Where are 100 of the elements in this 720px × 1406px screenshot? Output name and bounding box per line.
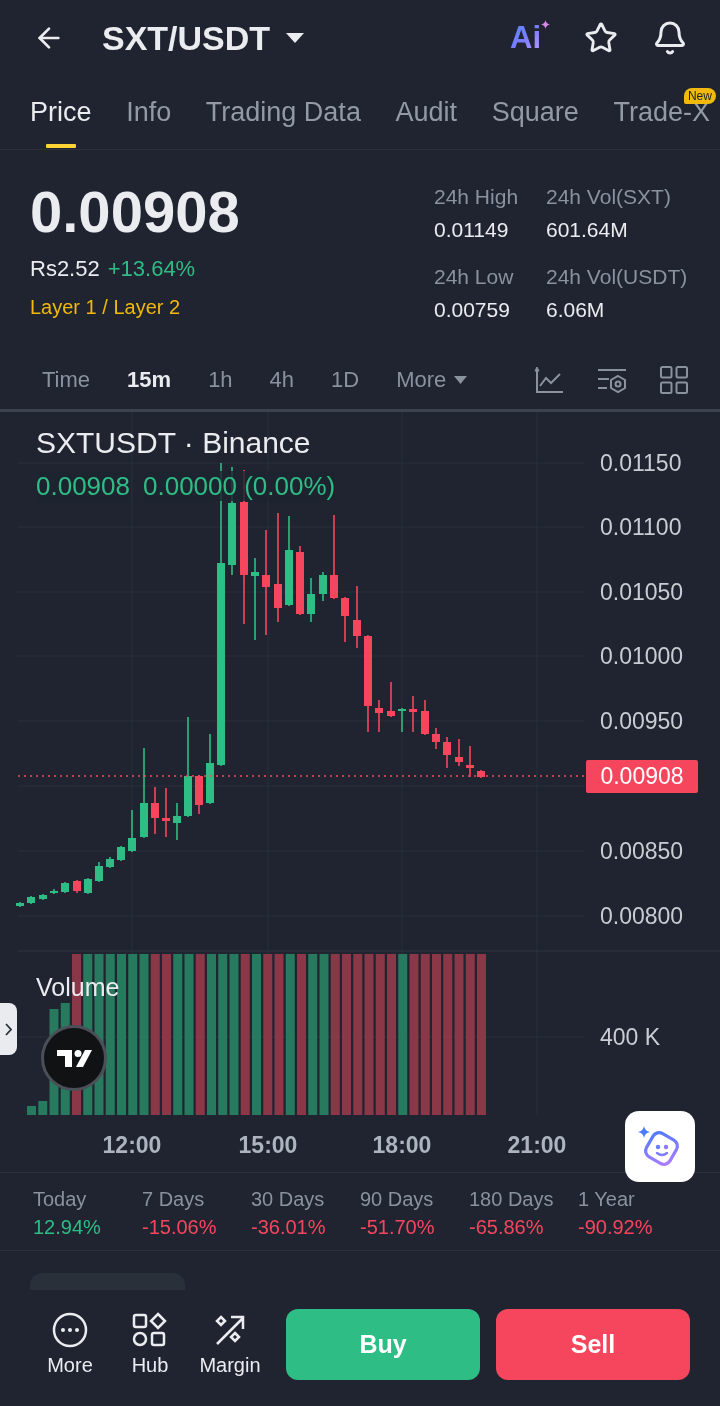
volume-bar [27, 1106, 36, 1115]
stat-label: 24h High [434, 185, 519, 209]
ellipsis-circle-icon [52, 1312, 88, 1348]
falling-candle [73, 879, 81, 894]
more-button[interactable]: More [30, 1309, 110, 1376]
time-axis-label: 15:00 [238, 1132, 298, 1158]
last-price-tag: 0.00908 [586, 760, 698, 793]
period-change: -36.01% [251, 1215, 326, 1239]
period-label: Today [33, 1187, 87, 1211]
rising-candle [173, 802, 181, 841]
tab[interactable]: Square [491, 75, 579, 149]
shapes-icon [132, 1312, 168, 1348]
stat-label: 24h Low [434, 265, 514, 289]
falling-candle [443, 736, 451, 769]
interval-tab[interactable]: 1D [331, 367, 360, 393]
rising-candle [95, 861, 103, 883]
rising-candle [61, 881, 69, 894]
volume-axis-label: 400 K [600, 1024, 661, 1050]
drawer-handle[interactable] [0, 1003, 17, 1055]
period-change: 12.94% [33, 1215, 101, 1239]
rising-candle [16, 901, 24, 908]
fiat-price: Rs2.52 [30, 256, 100, 282]
price-axis-label: 0.01000 [600, 643, 684, 669]
price-axis-label: 0.00950 [600, 708, 684, 734]
chart-logo-icon [41, 1025, 107, 1091]
rising-candle [50, 888, 58, 895]
legend-value: 0.00000 (0.00%) [143, 471, 336, 501]
rising-candle [84, 877, 92, 895]
falling-candle [195, 774, 203, 815]
falling-candle [432, 727, 440, 750]
falling-candle [387, 681, 395, 718]
falling-candle [151, 786, 159, 835]
rising-candle [128, 809, 136, 853]
falling-candle [162, 787, 170, 838]
stat-value: 0.00759 [434, 298, 510, 322]
falling-candle [375, 699, 383, 733]
price-axis-label: 0.00850 [600, 838, 684, 864]
hub-button[interactable]: Hub [110, 1309, 190, 1376]
tab[interactable]: Audit [395, 75, 458, 149]
bell-icon[interactable] [652, 19, 688, 56]
grid-icon[interactable] [660, 366, 688, 394]
time-axis-label: 21:00 [507, 1132, 567, 1158]
sell-button[interactable]: Sell [496, 1309, 690, 1380]
interval-tab[interactable]: 1h [208, 367, 233, 393]
period-change: -15.06% [142, 1215, 217, 1239]
margin-button[interactable]: Margin [190, 1309, 270, 1376]
tab[interactable]: Info [126, 75, 172, 149]
period-label: 30 Days [251, 1187, 325, 1211]
sparkle-icon [541, 19, 550, 29]
chart-title: SXTUSDT · Binance [36, 426, 311, 460]
last-price: 0.00908 [30, 180, 240, 244]
period-label: 1 Year [578, 1187, 635, 1211]
period-change: -90.92% [578, 1215, 653, 1239]
caret-icon [454, 376, 468, 384]
price-axis-label: 0.01050 [600, 579, 684, 605]
rising-candle [117, 845, 125, 862]
interval-tab[interactable]: 4h [269, 367, 295, 393]
falling-candle [455, 738, 463, 767]
line-chart-icon[interactable] [534, 366, 564, 394]
stat-label: 24h Vol(USDT) [546, 265, 688, 289]
stat-value: 0.01149 [434, 218, 509, 242]
rising-candle [206, 733, 214, 805]
rising-candle [27, 895, 35, 905]
interval-tab[interactable]: Time [42, 367, 91, 393]
price-change: +13.64% [107, 256, 196, 282]
time-axis-label: 18:00 [372, 1132, 432, 1158]
rising-candle [319, 571, 327, 602]
tab[interactable]: Trade-X New [613, 75, 716, 149]
falling-candle [409, 695, 417, 733]
pair-selector[interactable]: SXT/USDT [102, 17, 305, 58]
falling-candle [466, 745, 474, 778]
period-change: -65.86% [469, 1215, 544, 1239]
falling-candle [296, 545, 304, 616]
star-icon[interactable] [584, 20, 618, 55]
period-label: 180 Days [469, 1187, 554, 1211]
rising-candle [106, 856, 114, 869]
rising-candle [307, 577, 315, 623]
stat-value: 601.64M [546, 218, 628, 242]
dropdown-button[interactable]: More [396, 367, 468, 393]
time-axis-label: 12:00 [102, 1132, 162, 1158]
price-axis-label: 0.01150 [600, 450, 682, 476]
period-label: 7 Days [142, 1187, 205, 1211]
tab[interactable]: Trading Data [205, 75, 361, 149]
lines-hexagon-icon[interactable] [597, 366, 627, 394]
price-axis-label: 0.01100 [600, 514, 682, 540]
assistant-button[interactable] [625, 1111, 695, 1182]
falling-candle [421, 699, 429, 736]
interval-tab[interactable]: 15m [127, 367, 172, 393]
tab[interactable]: Price [30, 75, 92, 149]
stat-value: 6.06M [546, 298, 605, 322]
rising-candle [39, 893, 47, 901]
chevron-right-icon [5, 1022, 12, 1036]
tab-badge: New [683, 88, 716, 104]
caret-icon [286, 32, 305, 43]
falling-candle [353, 585, 361, 649]
price-axis-label: 0.00800 [600, 903, 684, 929]
falling-candle [341, 596, 349, 643]
category-link[interactable]: Layer 1 / Layer 2 [30, 295, 181, 319]
period-change: -51.70% [360, 1215, 435, 1239]
volume-title: Volume [36, 973, 120, 1001]
